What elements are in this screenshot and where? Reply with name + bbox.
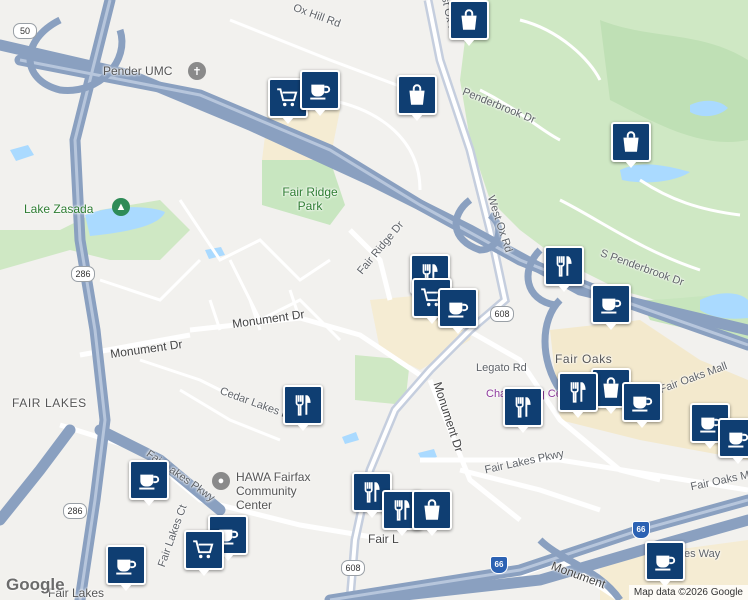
restaurant-marker[interactable] <box>283 385 323 431</box>
shopping-bag-marker[interactable] <box>397 75 437 121</box>
cafe-marker[interactable] <box>106 545 146 591</box>
restaurant-marker[interactable] <box>544 246 584 292</box>
i66-shield: 66 <box>632 521 650 539</box>
es-way-label: es Way <box>684 548 721 560</box>
cafe-marker[interactable] <box>129 460 169 506</box>
us50-shield: 50 <box>13 23 37 39</box>
va286-shield-a: 286 <box>71 266 95 282</box>
shopping-bag-icon <box>461 9 477 30</box>
cafe-marker[interactable] <box>591 284 631 330</box>
church-icon: ✝ <box>188 62 206 80</box>
coffee-cup-icon <box>310 84 331 100</box>
coffee-cup-icon <box>601 298 622 314</box>
va286-shield-b: 286 <box>63 503 87 519</box>
cafe-marker[interactable] <box>300 70 340 116</box>
shopping-cart-icon <box>193 540 214 559</box>
cafe-marker[interactable] <box>718 418 748 464</box>
grocery-marker[interactable] <box>184 530 224 576</box>
map-attribution[interactable]: Map data ©2026 Google <box>628 585 748 600</box>
va608-shield-b: 608 <box>341 560 365 576</box>
park-tree-icon: ▲ <box>112 198 130 216</box>
hawa-center-label: HAWA Fairfax Community Center <box>236 470 311 512</box>
fair-lakes-area-label: FAIR LAKES <box>12 396 87 410</box>
fair-oaks-area-label: Fair Oaks <box>555 352 613 366</box>
shopping-bag-marker[interactable] <box>449 0 489 46</box>
legato-rd-label: Legato Rd <box>476 362 527 374</box>
shopping-bag-marker[interactable] <box>412 490 452 536</box>
shopping-bag-icon <box>409 84 425 105</box>
map-canvas[interactable]: Ox Hill Rd West Ox Rd Pender UMC ✝ Pende… <box>0 0 748 600</box>
fair-ridge-park-label: Fair Ridge Park <box>282 185 338 213</box>
cafe-marker[interactable] <box>622 382 662 428</box>
coffee-cup-icon <box>728 432 748 448</box>
fork-knife-icon <box>295 395 311 416</box>
coffee-cup-icon <box>116 559 137 575</box>
google-logo: Google <box>6 575 65 594</box>
coffee-cup-icon <box>139 474 160 490</box>
lake-zasada-label: Lake Zasada <box>24 202 94 216</box>
community-center-icon: ● <box>212 472 230 490</box>
cafe-marker[interactable] <box>645 541 685 587</box>
coffee-cup-icon <box>655 555 676 571</box>
shopping-cart-icon <box>277 88 298 107</box>
shopping-bag-icon <box>424 499 440 520</box>
shopping-bag-icon <box>603 377 619 398</box>
fork-knife-icon <box>570 382 586 403</box>
shopping-bag-marker[interactable] <box>611 122 651 168</box>
pender-umc-label: Pender UMC <box>103 64 173 78</box>
cafe-marker[interactable] <box>438 288 478 334</box>
restaurant-marker[interactable] <box>503 387 543 433</box>
coffee-cup-icon <box>632 396 653 412</box>
restaurant-marker[interactable] <box>558 372 598 418</box>
shopping-bag-icon <box>623 131 639 152</box>
va608-shield-a: 608 <box>490 306 514 322</box>
fork-knife-icon <box>515 397 531 418</box>
i66-shield-b: 66 <box>490 556 508 574</box>
fair-lakes-partial-label: Fair L <box>368 532 399 546</box>
fork-knife-icon <box>556 256 572 277</box>
coffee-cup-icon <box>448 302 469 318</box>
